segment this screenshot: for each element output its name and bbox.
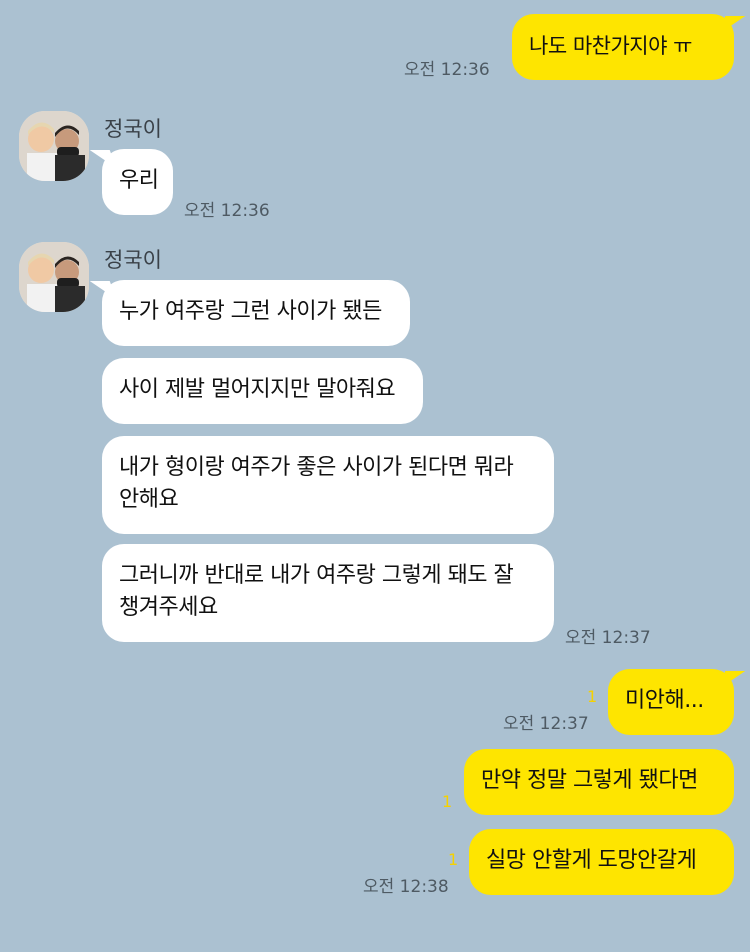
message-time: 오전 12:36 (184, 201, 270, 221)
sender-avatar[interactable] (19, 111, 89, 181)
their-message-bubble[interactable]: 그러니까 반대로 내가 여주랑 그렇게 돼도 잘 챙겨주세요 (102, 544, 554, 642)
sender-avatar[interactable] (19, 242, 89, 312)
my-message-bubble[interactable]: 실망 안할게 도망안갈게 (469, 829, 734, 895)
my-message-bubble[interactable]: 미안해... (608, 669, 734, 735)
avatar-photo-icon (19, 111, 89, 181)
my-message-bubble[interactable]: 만약 정말 그렇게 됐다면 (464, 749, 734, 815)
message-time: 오전 12:37 (565, 628, 651, 648)
their-message-bubble[interactable]: 누가 여주랑 그런 사이가 됐든 (102, 280, 410, 346)
unread-count: 1 (587, 687, 598, 706)
my-message-bubble[interactable]: 나도 마찬가지야 ㅠ (512, 14, 734, 80)
unread-count: 1 (442, 792, 453, 811)
message-time: 오전 12:38 (363, 877, 449, 897)
their-message-bubble[interactable]: 내가 형이랑 여주가 좋은 사이가 된다면 뭐라 안해요 (102, 436, 554, 534)
sender-name: 정국이 (104, 117, 162, 141)
unread-count: 1 (448, 850, 459, 869)
message-time: 오전 12:36 (404, 60, 490, 80)
avatar-photo-icon (19, 242, 89, 312)
sender-name: 정국이 (104, 248, 162, 272)
their-message-bubble[interactable]: 사이 제발 멀어지지만 말아줘요 (102, 358, 423, 424)
message-time: 오전 12:37 (503, 714, 589, 734)
